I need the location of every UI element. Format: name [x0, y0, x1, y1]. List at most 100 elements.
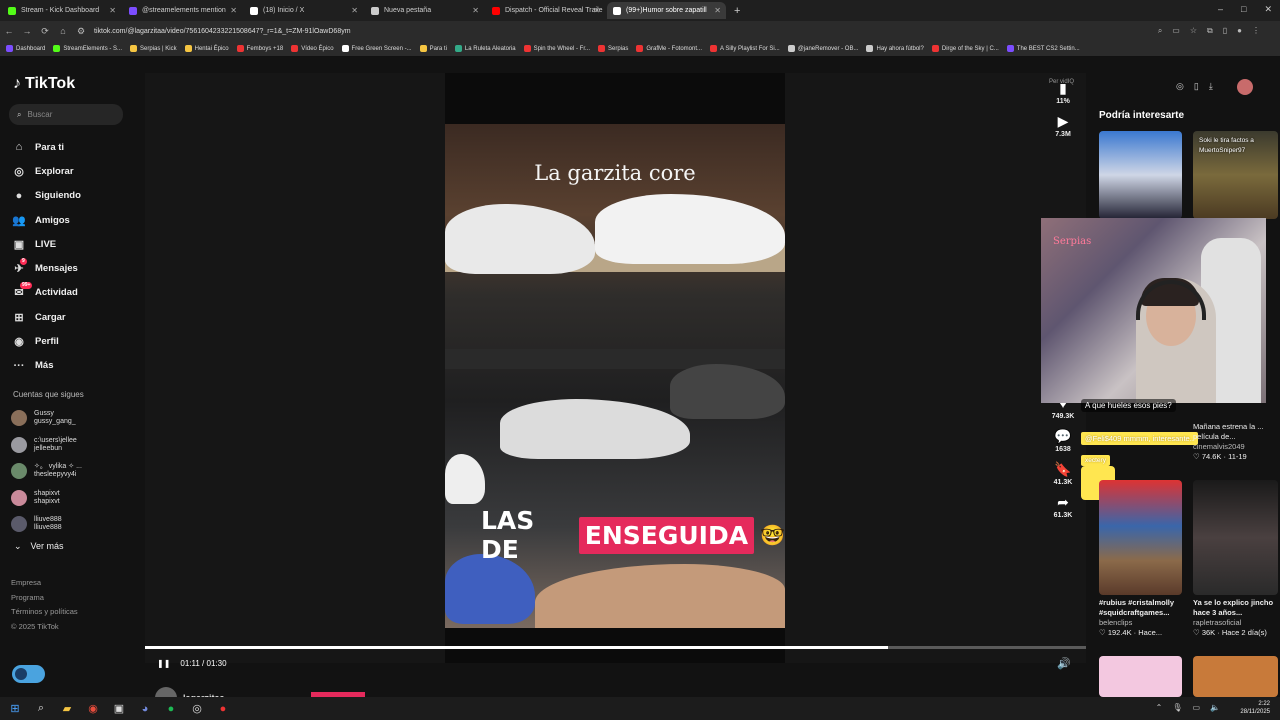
bookmark-item[interactable]: StreamElements - S...	[53, 45, 122, 52]
extension-toggle[interactable]	[12, 665, 45, 683]
pause-icon[interactable]: ❚❚	[157, 659, 170, 668]
site-info-icon[interactable]: ⚙	[72, 26, 90, 37]
following-account[interactable]: lliuve888 lliuve888	[11, 511, 82, 538]
bookmark-item[interactable]: Vídeo Épico	[291, 45, 334, 52]
close-tab-icon[interactable]: ✕	[109, 6, 116, 15]
search-input[interactable]: ⌕ Buscar	[9, 104, 123, 125]
windows-start-icon[interactable]: ⊞	[8, 702, 22, 716]
back-icon[interactable]: ←	[0, 26, 18, 36]
minimize-button[interactable]: –	[1218, 4, 1223, 15]
following-account[interactable]: ✧。 vylika ✧ ... thesleepyvy4i	[11, 458, 82, 485]
nav-item-live[interactable]: ▣ LIVE	[12, 232, 81, 256]
chrome-icon[interactable]: ◉	[86, 702, 100, 716]
chevron-up-icon[interactable]: ⌃	[1156, 703, 1163, 712]
browser-tab[interactable]: (99+)Humor sobre zapatill ✕	[607, 2, 726, 19]
bookmark-item[interactable]: Free Green Screen -...	[341, 45, 412, 52]
new-tab-button[interactable]: +	[734, 5, 740, 17]
spotify-icon[interactable]: ●	[164, 702, 178, 716]
user-avatar[interactable]	[1237, 79, 1253, 95]
device-icon[interactable]: ▯	[1194, 81, 1199, 92]
comment-button[interactable]: 💬 1638	[1041, 428, 1085, 453]
suggestion-3-info[interactable]: #rubius #cristalmolly #squidcraftgames..…	[1099, 598, 1189, 638]
search-icon[interactable]: ⌕	[34, 702, 48, 716]
nav-item-home[interactable]: ⌂ Para ti	[12, 135, 81, 159]
forward-icon[interactable]: →	[18, 26, 36, 36]
save-button[interactable]: 🔖 41.3K	[1041, 461, 1085, 486]
bookmark-item[interactable]: La Ruleta Aleatoria	[454, 45, 516, 52]
bookmark-item[interactable]: Serpias	[597, 45, 628, 52]
close-tab-icon[interactable]: ✕	[714, 6, 721, 15]
bookmark-item[interactable]: Dashboard	[6, 45, 45, 52]
suggestion-thumb-3[interactable]	[1099, 480, 1182, 595]
bookmark-item[interactable]: Hay ahora fútbol?	[866, 45, 924, 52]
browser-tab[interactable]: Stream - Kick Dashboard ✕	[2, 2, 121, 19]
speaker-icon[interactable]: 🔈	[1210, 703, 1220, 712]
nav-item-messages[interactable]: ✈ 9 Mensajes	[12, 256, 81, 280]
following-account[interactable]: shapixvt shapixvt	[11, 485, 82, 512]
video-frame[interactable]: La garzita core LAS DE ENSEGUIDA 🤓	[445, 124, 785, 628]
browser-tab[interactable]: (18) Inicio / X ✕	[244, 2, 363, 19]
close-tab-icon[interactable]: ✕	[472, 6, 479, 15]
close-tab-icon[interactable]: ✕	[593, 6, 600, 15]
cast-icon[interactable]: ▭	[1172, 26, 1180, 36]
footer-link[interactable]: Términos y políticas	[11, 605, 78, 620]
nav-item-friends[interactable]: 👥 Amigos	[12, 208, 81, 232]
maximize-button[interactable]: □	[1241, 4, 1246, 15]
views-stat[interactable]: ▶ 7.3M	[1041, 113, 1085, 138]
clock[interactable]: 2:22 28/11/2025	[1240, 700, 1270, 716]
extensions-icon[interactable]: ⧉	[1207, 26, 1213, 36]
following-account[interactable]: Gussy gussy_gang_	[11, 405, 82, 432]
footer-link[interactable]: Empresa	[11, 576, 78, 591]
discord-icon[interactable]: ◕	[138, 702, 152, 716]
mic-icon[interactable]: 🎙	[1172, 703, 1182, 712]
network-icon[interactable]: ▭	[1192, 703, 1200, 712]
bookmark-item[interactable]: Spin the Wheel - Fr...	[523, 45, 590, 52]
suggestion-thumb-2[interactable]: Soki le tira factos a MuertoSniper97	[1193, 131, 1278, 219]
close-tab-icon[interactable]: ✕	[230, 6, 237, 15]
bookmark-item[interactable]: Hentai Épico	[184, 45, 229, 52]
reload-icon[interactable]: ⟳	[36, 26, 54, 37]
see-more-button[interactable]: ⌄ Ver más	[14, 541, 64, 552]
nav-item-activity[interactable]: ✉ 99+ Actividad	[12, 281, 81, 305]
bookmark-star-icon[interactable]: ☆	[1190, 26, 1197, 36]
suggestion-thumb-4[interactable]	[1193, 480, 1278, 595]
nav-item-following[interactable]: ● Siguiendo	[12, 184, 81, 208]
suggestion-4-info[interactable]: Ya se lo explico jincho hace 3 años... r…	[1193, 598, 1280, 638]
bookmark-item[interactable]: A Silly Playlist For Si...	[710, 45, 780, 52]
coins-icon[interactable]: ◎	[1176, 81, 1184, 92]
bookmark-item[interactable]: Femboys +18	[236, 45, 283, 52]
nav-item-more[interactable]: ··· Más	[12, 354, 81, 378]
bookmark-item[interactable]: The BEST CS2 Settin...	[1006, 45, 1080, 52]
obs-icon[interactable]: ◎	[190, 702, 204, 716]
nav-item-profile[interactable]: ◉ Perfil	[12, 329, 81, 353]
nav-item-upload[interactable]: ⊞ Cargar	[12, 305, 81, 329]
bookmark-item[interactable]: GrafMe - Fotomont...	[636, 45, 702, 52]
footer-link[interactable]: Programa	[11, 591, 78, 606]
browser-tab[interactable]: @streamelements mention ✕	[123, 2, 242, 19]
suggestion-2-info[interactable]: Mañana estrena la ... película de... cin…	[1193, 422, 1278, 462]
following-account[interactable]: c:\users\jellee jelleebun	[11, 432, 82, 459]
zoom-icon[interactable]: ⌕	[1158, 26, 1162, 36]
profile-avatar-icon[interactable]: ●	[1237, 26, 1242, 36]
suggestion-thumb-1[interactable]	[1099, 131, 1182, 219]
home-icon[interactable]: ⌂	[54, 26, 72, 36]
red-app-icon[interactable]: ●	[216, 702, 230, 716]
sidebar-toggle-icon[interactable]: ▯	[1223, 26, 1227, 36]
bookmark-item[interactable]: Para ti	[419, 45, 447, 52]
vidiq-stats[interactable]: ▮ 11%	[1041, 80, 1085, 105]
video-progress-bar[interactable]	[145, 646, 1086, 649]
browser-tab[interactable]: Dispatch - Official Reveal Traile ✕	[486, 2, 605, 19]
download-icon[interactable]: ⤓	[1209, 81, 1213, 92]
close-tab-icon[interactable]: ✕	[351, 6, 358, 15]
bookmark-item[interactable]: Serpias | Kick	[130, 45, 177, 52]
nav-item-compass[interactable]: ◎ Explorar	[12, 159, 81, 183]
bookmark-item[interactable]: Dirge of the Sky | C...	[931, 45, 999, 52]
browser-tab[interactable]: Nueva pestaña ✕	[365, 2, 484, 19]
suggestion-thumb-5[interactable]	[1099, 656, 1182, 697]
url-field[interactable]: tiktok.com/@lagarzitaa/video/75616042332…	[94, 28, 351, 35]
suggestion-thumb-6[interactable]	[1193, 656, 1278, 697]
file-explorer-icon[interactable]: ▰	[60, 702, 74, 716]
close-window-button[interactable]: ✕	[1264, 4, 1272, 15]
menu-icon[interactable]: ⋮	[1252, 26, 1260, 36]
share-button[interactable]: ➦ 61.3K	[1041, 494, 1085, 519]
